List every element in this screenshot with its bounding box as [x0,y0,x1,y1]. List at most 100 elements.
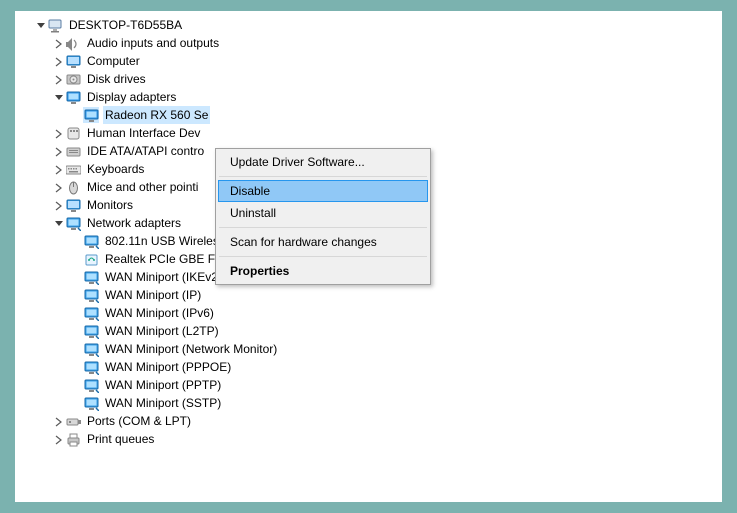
tree-label: WAN Miniport (IKEv2) [103,268,224,286]
menu-label: Update Driver Software... [230,155,365,169]
network-icon [83,341,99,357]
chevron-right-icon[interactable] [51,412,65,430]
tree-item-net-ipv6[interactable]: WAN Miniport (IPv6) [15,304,722,322]
tree-item-net-l2tp[interactable]: WAN Miniport (L2TP) [15,322,722,340]
chevron-right-icon[interactable] [51,142,65,160]
tree-label: WAN Miniport (PPTP) [103,376,223,394]
tree-label: Print queues [85,430,156,448]
keyboard-icon [65,161,81,177]
ide-icon [65,143,81,159]
display-adapter-icon [65,89,81,105]
menu-update-driver[interactable]: Update Driver Software... [218,151,428,173]
tree-label: Human Interface Dev [85,124,202,142]
expander-empty [69,340,83,358]
tree-item-ports[interactable]: Ports (COM & LPT) [15,412,722,430]
tree-label: Ports (COM & LPT) [85,412,193,430]
tree-label: DESKTOP-T6D55BA [67,16,184,34]
menu-label: Scan for hardware changes [230,235,377,249]
menu-scan-hardware[interactable]: Scan for hardware changes [218,231,428,253]
tree-label: WAN Miniport (IPv6) [103,304,216,322]
tree-item-print-queues[interactable]: Print queues [15,430,722,448]
tree-item-audio[interactable]: Audio inputs and outputs [15,34,722,52]
chevron-right-icon[interactable] [51,160,65,178]
chevron-right-icon[interactable] [51,52,65,70]
expander-empty [69,304,83,322]
tree-item-radeon[interactable]: Radeon RX 560 Se [15,106,722,124]
context-menu: Update Driver Software... Disable Uninst… [215,148,431,285]
tree-label: Display adapters [85,88,178,106]
computer-icon [47,17,63,33]
display-adapter-icon [83,107,99,123]
tree-label: Mice and other pointi [85,178,200,196]
chevron-right-icon[interactable] [51,196,65,214]
tree-label: IDE ATA/ATAPI contro [85,142,206,160]
tree-item-computer[interactable]: Computer [15,52,722,70]
network-card-icon [83,251,99,267]
network-icon [83,269,99,285]
hid-icon [65,125,81,141]
menu-disable[interactable]: Disable [218,180,428,202]
menu-label: Properties [230,264,289,278]
network-icon [83,233,99,249]
menu-separator [219,256,427,257]
network-icon [65,215,81,231]
ports-icon [65,413,81,429]
tree-label: WAN Miniport (Network Monitor) [103,340,279,358]
expander-empty [69,250,83,268]
tree-item-hid[interactable]: Human Interface Dev [15,124,722,142]
audio-icon [65,35,81,51]
menu-uninstall[interactable]: Uninstall [218,202,428,224]
tree-label: Network adapters [85,214,183,232]
tree-label: WAN Miniport (SSTP) [103,394,223,412]
tree-label: Computer [85,52,142,70]
tree-item-net-monitor[interactable]: WAN Miniport (Network Monitor) [15,340,722,358]
disk-icon [65,71,81,87]
expander-empty [69,232,83,250]
chevron-right-icon[interactable] [51,34,65,52]
tree-item-net-sstp[interactable]: WAN Miniport (SSTP) [15,394,722,412]
expander-empty [69,358,83,376]
printer-icon [65,431,81,447]
tree-label: WAN Miniport (L2TP) [103,322,221,340]
chevron-right-icon[interactable] [51,430,65,448]
network-icon [83,305,99,321]
menu-properties[interactable]: Properties [218,260,428,282]
expander-empty [69,322,83,340]
tree-label: WAN Miniport (IP) [103,286,203,304]
menu-label: Disable [230,184,270,198]
tree-item-net-pppoe[interactable]: WAN Miniport (PPPOE) [15,358,722,376]
chevron-right-icon[interactable] [51,178,65,196]
monitor-icon [65,197,81,213]
chevron-down-icon[interactable] [51,214,65,232]
expander-empty [69,268,83,286]
expander-empty [69,106,83,124]
chevron-right-icon[interactable] [51,124,65,142]
network-icon [83,377,99,393]
chevron-down-icon[interactable] [51,88,65,106]
tree-label: WAN Miniport (PPPOE) [103,358,233,376]
tree-label: Monitors [85,196,135,214]
menu-label: Uninstall [230,206,276,220]
tree-label: Keyboards [85,160,146,178]
network-icon [83,287,99,303]
network-icon [83,323,99,339]
expander-empty [69,394,83,412]
tree-label: Disk drives [85,70,148,88]
tree-item-disk[interactable]: Disk drives [15,70,722,88]
chevron-right-icon[interactable] [51,70,65,88]
menu-separator [219,176,427,177]
network-icon [83,395,99,411]
chevron-down-icon[interactable] [33,16,47,34]
tree-label-selected: Radeon RX 560 Se [103,106,210,124]
network-icon [83,359,99,375]
tree-item-display[interactable]: Display adapters [15,88,722,106]
expander-empty [69,286,83,304]
tree-item-net-pptp[interactable]: WAN Miniport (PPTP) [15,376,722,394]
tree-label: Audio inputs and outputs [85,34,221,52]
mouse-icon [65,179,81,195]
monitor-icon [65,53,81,69]
menu-separator [219,227,427,228]
tree-item-net-ip[interactable]: WAN Miniport (IP) [15,286,722,304]
tree-root[interactable]: DESKTOP-T6D55BA [15,16,722,34]
expander-empty [69,376,83,394]
